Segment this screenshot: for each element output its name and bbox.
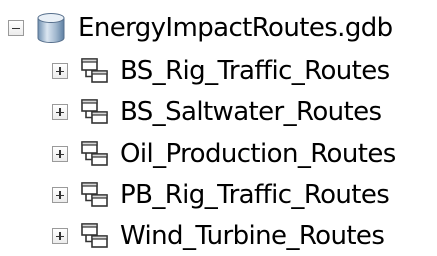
collapse-toggle-icon[interactable] bbox=[8, 20, 24, 36]
feature-dataset-label: Wind_Turbine_Routes bbox=[120, 221, 385, 251]
feature-dataset-item[interactable]: Oil_Production_Routes bbox=[52, 134, 396, 174]
feature-dataset-item[interactable]: Wind_Turbine_Routes bbox=[52, 216, 385, 256]
feature-dataset-label: BS_Saltwater_Routes bbox=[120, 97, 382, 127]
route-dataset-icon bbox=[81, 141, 108, 166]
route-dataset-icon bbox=[81, 99, 108, 124]
geodatabase-node[interactable]: EnergyImpactRoutes.gdb bbox=[8, 8, 393, 48]
database-cylinder-icon bbox=[37, 13, 65, 43]
catalog-tree: EnergyImpactRoutes.gdb BS_Rig_Traffic_Ro… bbox=[0, 0, 437, 251]
expand-toggle-icon[interactable] bbox=[52, 146, 68, 162]
feature-dataset-label: BS_Rig_Traffic_Routes bbox=[120, 56, 390, 86]
expand-toggle-icon[interactable] bbox=[52, 104, 68, 120]
expand-toggle-icon[interactable] bbox=[52, 63, 68, 79]
feature-dataset-label: PB_Rig_Traffic_Routes bbox=[120, 180, 390, 210]
feature-dataset-item[interactable]: BS_Rig_Traffic_Routes bbox=[52, 51, 390, 91]
geodatabase-name: EnergyImpactRoutes.gdb bbox=[78, 13, 393, 43]
route-dataset-icon bbox=[81, 58, 108, 83]
expand-toggle-icon[interactable] bbox=[52, 228, 68, 244]
feature-dataset-item[interactable]: PB_Rig_Traffic_Routes bbox=[52, 175, 390, 215]
route-dataset-icon bbox=[81, 223, 108, 248]
feature-dataset-label: Oil_Production_Routes bbox=[120, 139, 396, 169]
expand-toggle-icon[interactable] bbox=[52, 187, 68, 203]
route-dataset-icon bbox=[81, 182, 108, 207]
feature-dataset-item[interactable]: BS_Saltwater_Routes bbox=[52, 92, 382, 132]
